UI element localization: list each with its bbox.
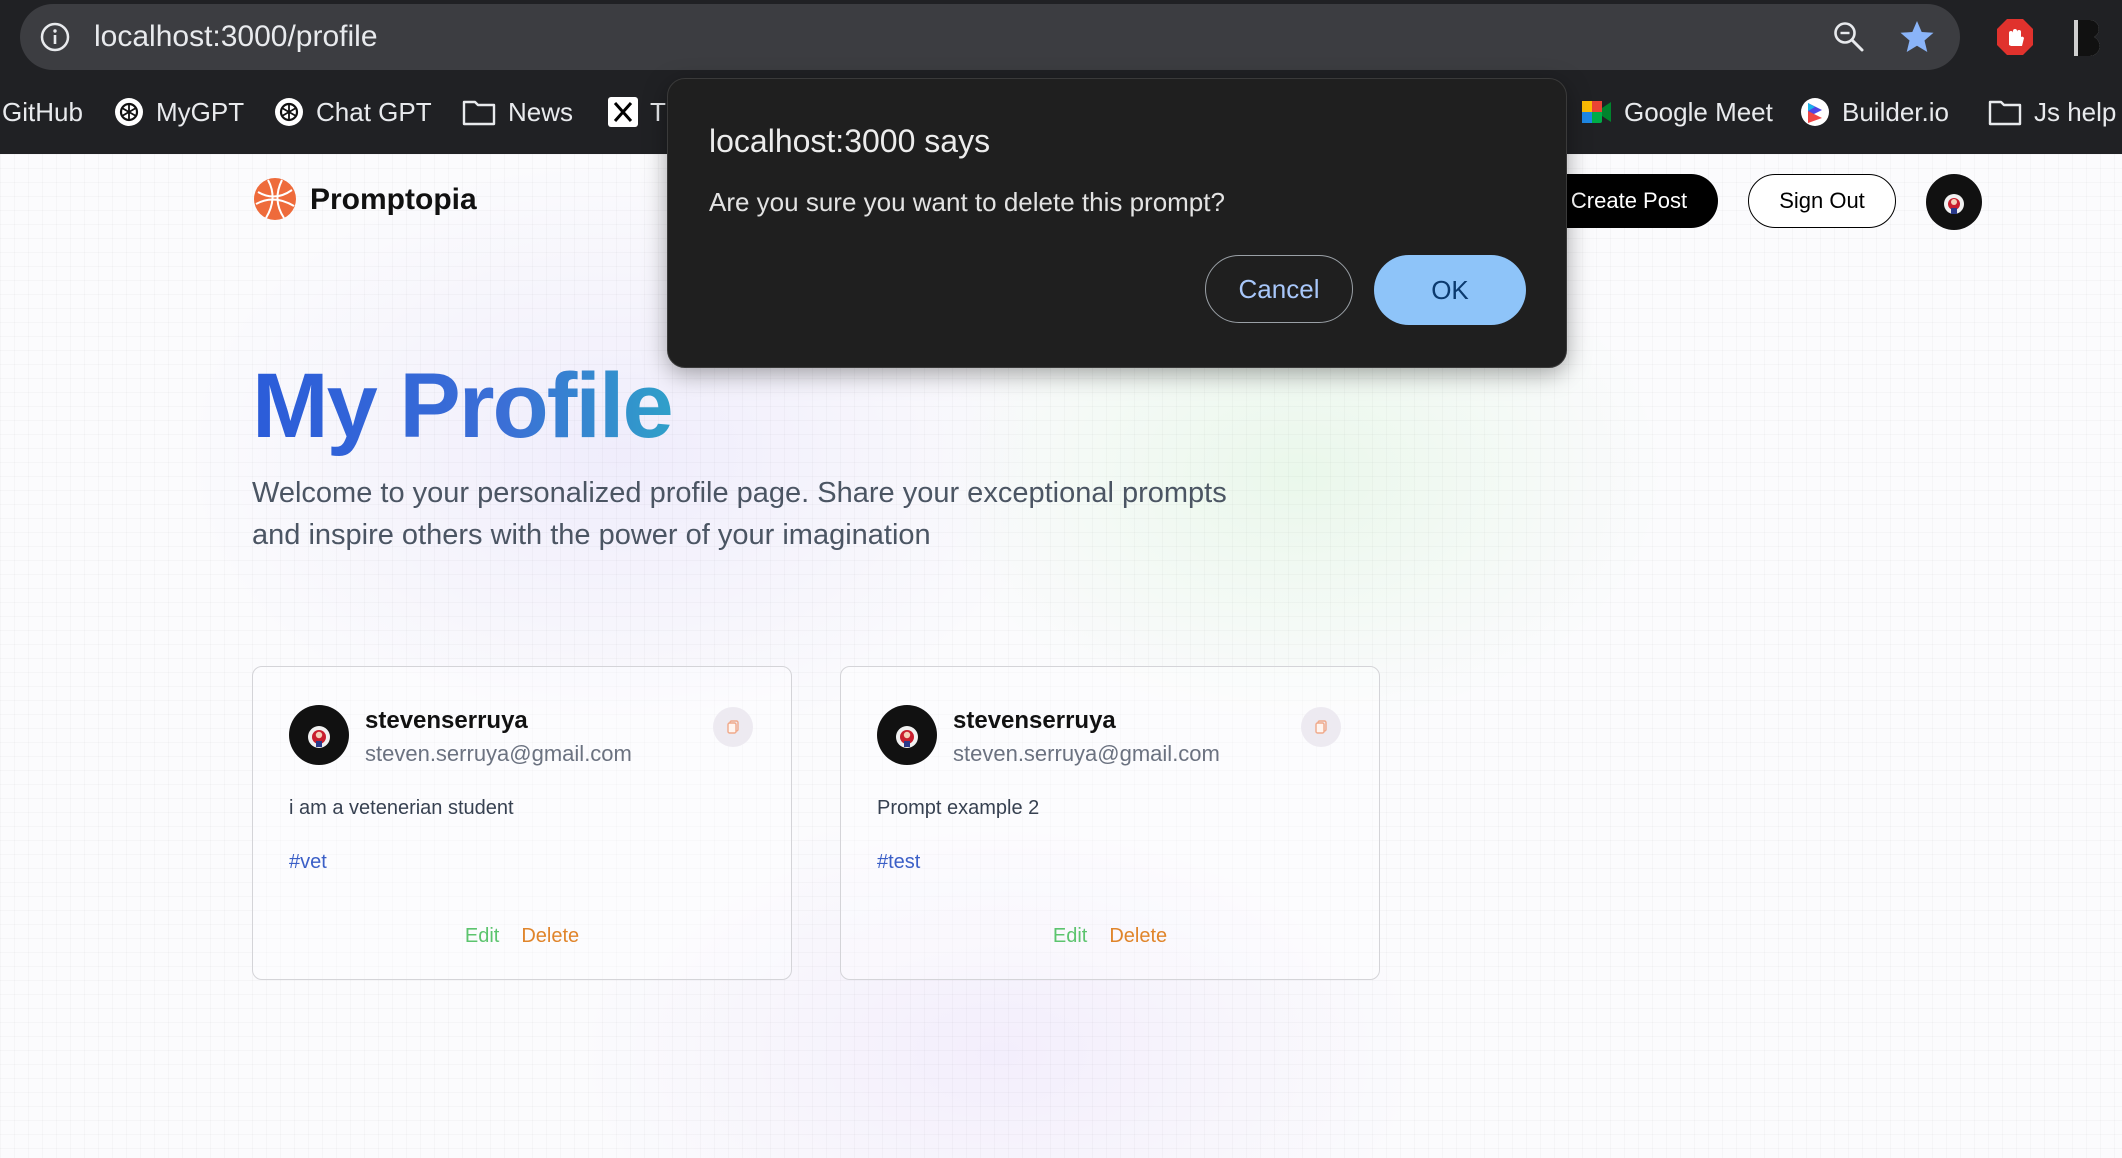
folder-icon (1988, 100, 2022, 126)
bookmark-google-meet[interactable]: Google Meet (1580, 92, 1773, 132)
bookmark-chat-gpt[interactable]: Chat GPT (274, 92, 432, 132)
user-avatar[interactable] (1926, 174, 1982, 230)
dialog-message: Are you sure you want to delete this pro… (709, 187, 1225, 217)
adblock-extension-icon[interactable] (1996, 18, 2034, 56)
delete-button[interactable]: Delete (1109, 925, 1167, 948)
builder-icon (1801, 98, 1829, 126)
card-actions: Edit Delete (841, 925, 1379, 948)
prompt-card: stevenserruya steven.serruya@gmail.com P… (840, 666, 1380, 980)
dialog-title: localhost:3000 says (709, 123, 991, 159)
copy-icon (1315, 720, 1327, 734)
delete-button[interactable]: Delete (521, 925, 579, 948)
bookmark-x[interactable]: T (608, 92, 666, 132)
bookmark-news[interactable]: News (462, 92, 573, 132)
bookmark-label: Chat GPT (316, 96, 432, 127)
brand-name[interactable]: Promptopia (310, 180, 477, 220)
prompt-text: i am a vetenerian student (289, 797, 514, 819)
bookmark-label: Builder.io (1842, 96, 1949, 127)
bookmark-mygpt[interactable]: MyGPT (114, 92, 244, 132)
x-icon (608, 97, 638, 127)
author-username[interactable]: stevenserruya (953, 707, 1116, 735)
author-email: steven.serruya@gmail.com (953, 741, 1220, 766)
bookmark-label: Google Meet (1624, 96, 1773, 127)
page-description: Welcome to your personalized profile pag… (252, 477, 1227, 551)
edit-button[interactable]: Edit (1053, 925, 1087, 948)
bookmark-label: News (508, 96, 574, 127)
bookmark-label: T (650, 96, 666, 127)
bookmark-github[interactable]: GitHub (2, 92, 83, 132)
promptopia-logo-icon[interactable] (252, 176, 298, 222)
page-title: My Profile (252, 350, 674, 462)
url-text[interactable]: localhost:3000/profile (94, 4, 378, 70)
address-bar[interactable]: localhost:3000/profile (20, 4, 1960, 70)
copy-button[interactable] (1301, 707, 1341, 747)
prompt-tag[interactable]: #vet (289, 851, 327, 874)
author-username[interactable]: stevenserruya (365, 707, 528, 735)
google-meet-icon (1582, 101, 1611, 123)
zoom-icon[interactable] (1832, 20, 1866, 54)
copy-button[interactable] (713, 707, 753, 747)
bookmark-label: MyGPT (156, 96, 245, 127)
bookmark-builder-io[interactable]: Builder.io (1800, 92, 1949, 132)
copy-icon (727, 720, 739, 734)
prompt-tag[interactable]: #test (877, 851, 920, 874)
confirm-dialog: localhost:3000 says Are you sure you wan… (667, 78, 1567, 368)
b-extension-icon[interactable] (2066, 16, 2106, 58)
edit-button[interactable]: Edit (465, 925, 499, 948)
card-actions: Edit Delete (253, 925, 791, 948)
author-avatar[interactable] (289, 705, 349, 765)
openai-icon (115, 98, 143, 126)
site-info-icon[interactable] (38, 20, 72, 54)
bookmark-star-icon[interactable] (1898, 18, 1936, 56)
bookmark-label: Js help (2034, 96, 2117, 127)
author-avatar[interactable] (877, 705, 937, 765)
ok-button[interactable]: OK (1374, 255, 1526, 325)
author-email: steven.serruya@gmail.com (365, 741, 632, 766)
cancel-button[interactable]: Cancel (1205, 255, 1353, 323)
openai-icon (275, 98, 303, 126)
prompt-text: Prompt example 2 (877, 797, 1040, 819)
bookmark-label: GitHub (2, 96, 83, 127)
prompt-card: stevenserruya steven.serruya@gmail.com i… (252, 666, 792, 980)
bookmark-js-help[interactable]: Js help (1988, 92, 2116, 132)
folder-icon (462, 100, 496, 126)
sign-out-button[interactable]: Sign Out (1748, 174, 1896, 228)
